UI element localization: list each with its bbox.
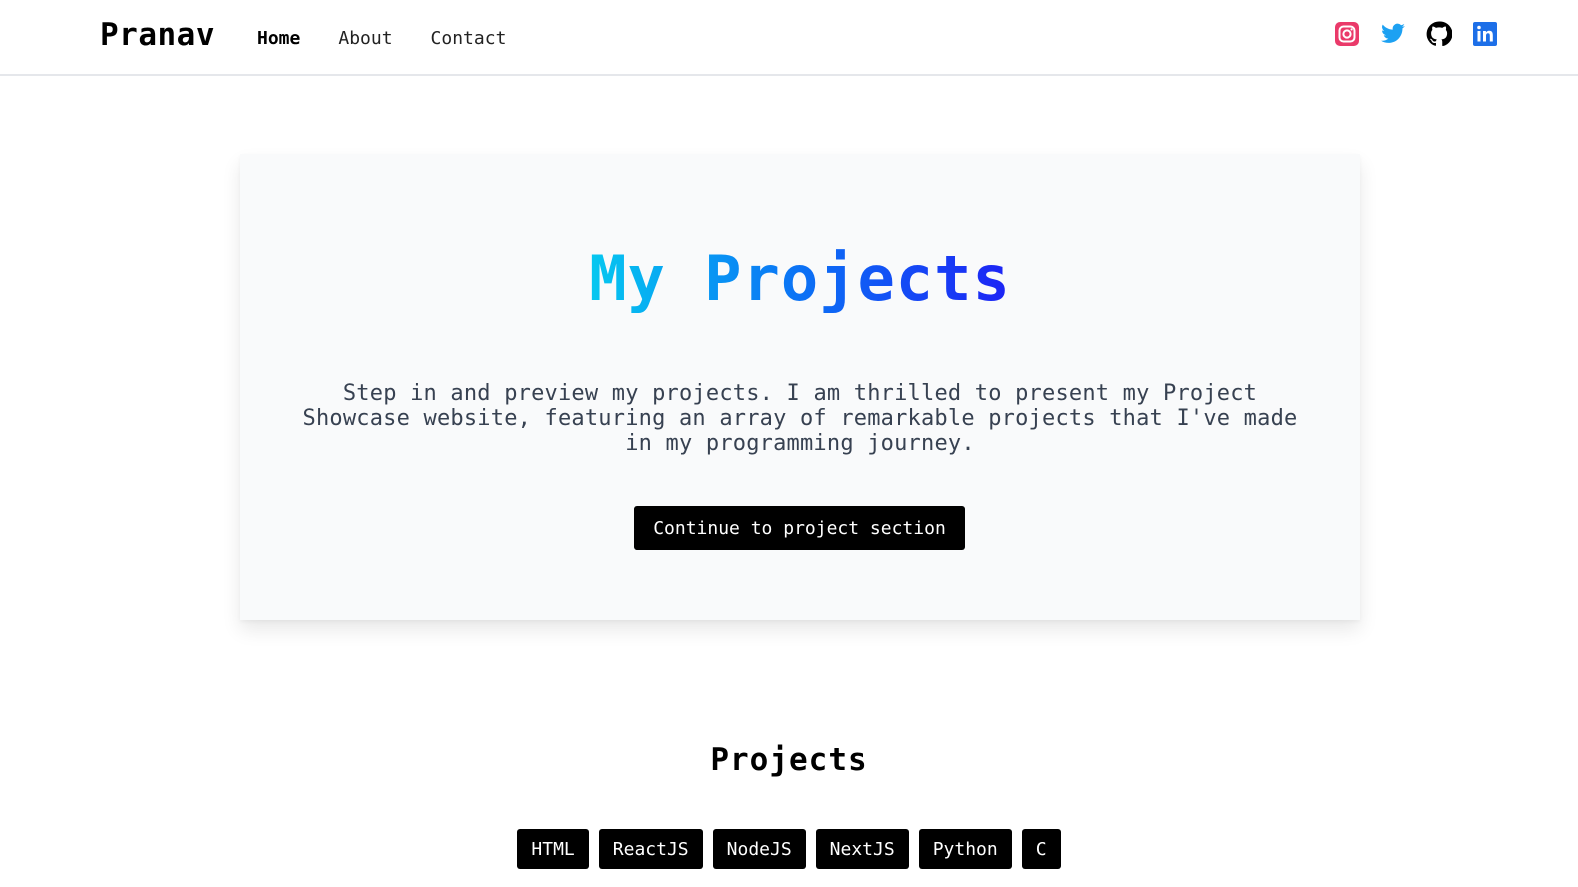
tag-python[interactable]: Python	[918, 829, 1012, 869]
hero-title-text: My Projects	[589, 242, 1011, 315]
hero-card: My Projects Step in and preview my proje…	[240, 154, 1360, 620]
project-filter-tags: HTML ReactJS NodeJS NextJS Python C	[0, 829, 1578, 869]
nav-links: Home About Contact	[257, 28, 544, 49]
navbar: Pranav Home About Contact	[0, 0, 1578, 76]
continue-to-projects-button[interactable]: Continue to project section	[634, 506, 965, 550]
linkedin-icon[interactable]	[1472, 21, 1498, 47]
social-links	[1334, 21, 1498, 47]
twitter-icon[interactable]	[1380, 21, 1406, 47]
tag-nodejs[interactable]: NodeJS	[712, 829, 806, 869]
nav-link-contact[interactable]: Contact	[431, 28, 507, 49]
github-icon[interactable]	[1426, 21, 1452, 47]
instagram-icon[interactable]	[1334, 21, 1360, 47]
projects-heading: Projects	[710, 742, 868, 778]
brand-logo[interactable]: Pranav	[100, 17, 215, 53]
nav-link-about[interactable]: About	[338, 28, 392, 49]
hero-title: My Projects	[240, 242, 1360, 315]
nav-link-home[interactable]: Home	[257, 28, 300, 49]
tag-reactjs[interactable]: ReactJS	[598, 829, 703, 869]
tag-html[interactable]: HTML	[517, 829, 589, 869]
hero-description: Step in and preview my projects. I am th…	[302, 381, 1298, 456]
tag-c[interactable]: C	[1021, 829, 1061, 869]
tag-nextjs[interactable]: NextJS	[815, 829, 909, 869]
